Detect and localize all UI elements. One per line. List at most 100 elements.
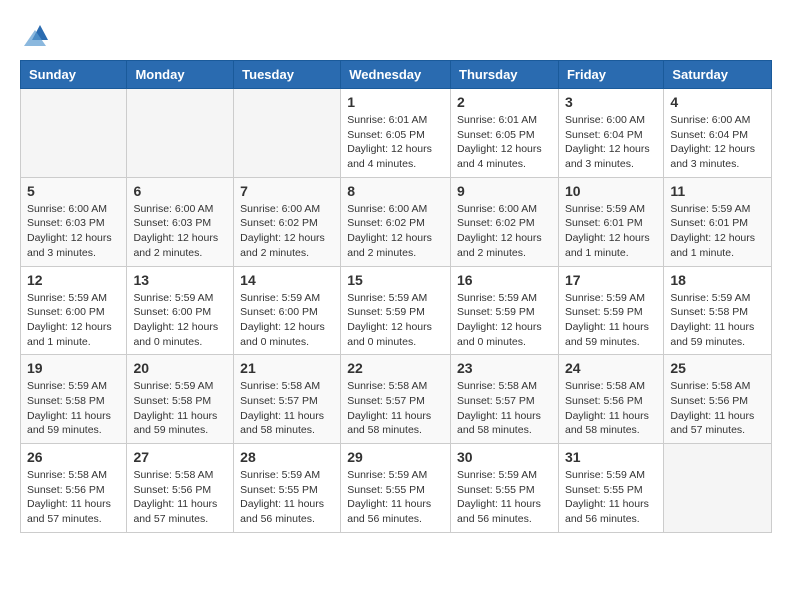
day-number: 1 bbox=[347, 94, 444, 110]
day-number: 15 bbox=[347, 272, 444, 288]
day-info: Sunrise: 5:58 AM Sunset: 5:56 PM Dayligh… bbox=[565, 379, 657, 438]
calendar-day-cell: 14 Sunrise: 5:59 AM Sunset: 6:00 PM Dayli… bbox=[234, 266, 341, 355]
page-header bbox=[20, 20, 772, 50]
day-info: Sunrise: 5:58 AM Sunset: 5:57 PM Dayligh… bbox=[240, 379, 334, 438]
day-number: 20 bbox=[133, 360, 227, 376]
day-number: 30 bbox=[457, 449, 552, 465]
day-info: Sunrise: 5:59 AM Sunset: 5:55 PM Dayligh… bbox=[240, 468, 334, 527]
day-info: Sunrise: 6:00 AM Sunset: 6:02 PM Dayligh… bbox=[347, 202, 444, 261]
day-number: 16 bbox=[457, 272, 552, 288]
day-info: Sunrise: 5:59 AM Sunset: 6:00 PM Dayligh… bbox=[240, 291, 334, 350]
day-number: 11 bbox=[670, 183, 765, 199]
calendar-day-cell: 11 Sunrise: 5:59 AM Sunset: 6:01 PM Dayli… bbox=[664, 177, 772, 266]
calendar-day-cell bbox=[234, 89, 341, 178]
day-of-week-header: Saturday bbox=[664, 61, 772, 89]
calendar-day-cell: 13 Sunrise: 5:59 AM Sunset: 6:00 PM Dayli… bbox=[127, 266, 234, 355]
day-info: Sunrise: 5:59 AM Sunset: 5:59 PM Dayligh… bbox=[457, 291, 552, 350]
calendar-day-cell: 28 Sunrise: 5:59 AM Sunset: 5:55 PM Dayli… bbox=[234, 444, 341, 533]
day-number: 24 bbox=[565, 360, 657, 376]
calendar-day-cell bbox=[664, 444, 772, 533]
calendar-day-cell bbox=[127, 89, 234, 178]
calendar-table: SundayMondayTuesdayWednesdayThursdayFrid… bbox=[20, 60, 772, 533]
calendar-day-cell: 29 Sunrise: 5:59 AM Sunset: 5:55 PM Dayli… bbox=[341, 444, 451, 533]
day-number: 22 bbox=[347, 360, 444, 376]
calendar-week-row: 19 Sunrise: 5:59 AM Sunset: 5:58 PM Dayli… bbox=[21, 355, 772, 444]
day-info: Sunrise: 5:58 AM Sunset: 5:56 PM Dayligh… bbox=[27, 468, 120, 527]
day-number: 17 bbox=[565, 272, 657, 288]
day-number: 2 bbox=[457, 94, 552, 110]
day-of-week-header: Sunday bbox=[21, 61, 127, 89]
calendar-day-cell: 17 Sunrise: 5:59 AM Sunset: 5:59 PM Dayli… bbox=[558, 266, 663, 355]
day-number: 6 bbox=[133, 183, 227, 199]
calendar-day-cell: 4 Sunrise: 6:00 AM Sunset: 6:04 PM Daylig… bbox=[664, 89, 772, 178]
day-number: 25 bbox=[670, 360, 765, 376]
calendar-week-row: 26 Sunrise: 5:58 AM Sunset: 5:56 PM Dayli… bbox=[21, 444, 772, 533]
day-info: Sunrise: 5:59 AM Sunset: 6:01 PM Dayligh… bbox=[565, 202, 657, 261]
day-number: 29 bbox=[347, 449, 444, 465]
day-number: 18 bbox=[670, 272, 765, 288]
day-number: 3 bbox=[565, 94, 657, 110]
calendar-day-cell: 7Sunrise: 6:00 AM Sunset: 6:02 PM Daylig… bbox=[234, 177, 341, 266]
day-number: 9 bbox=[457, 183, 552, 199]
day-info: Sunrise: 5:58 AM Sunset: 5:57 PM Dayligh… bbox=[457, 379, 552, 438]
day-info: Sunrise: 5:59 AM Sunset: 5:59 PM Dayligh… bbox=[565, 291, 657, 350]
calendar-day-cell: 25 Sunrise: 5:58 AM Sunset: 5:56 PM Dayli… bbox=[664, 355, 772, 444]
logo bbox=[20, 20, 54, 50]
calendar-day-cell: 12 Sunrise: 5:59 AM Sunset: 6:00 PM Dayli… bbox=[21, 266, 127, 355]
day-info: Sunrise: 5:59 AM Sunset: 5:55 PM Dayligh… bbox=[347, 468, 444, 527]
calendar-day-cell: 15 Sunrise: 5:59 AM Sunset: 5:59 PM Dayli… bbox=[341, 266, 451, 355]
day-info: Sunrise: 5:58 AM Sunset: 5:57 PM Dayligh… bbox=[347, 379, 444, 438]
calendar-day-cell: 10Sunrise: 5:59 AM Sunset: 6:01 PM Dayli… bbox=[558, 177, 663, 266]
day-number: 12 bbox=[27, 272, 120, 288]
day-number: 19 bbox=[27, 360, 120, 376]
day-number: 13 bbox=[133, 272, 227, 288]
calendar-day-cell: 21 Sunrise: 5:58 AM Sunset: 5:57 PM Dayli… bbox=[234, 355, 341, 444]
day-info: Sunrise: 6:00 AM Sunset: 6:02 PM Dayligh… bbox=[240, 202, 334, 261]
calendar-day-cell: 31 Sunrise: 5:59 AM Sunset: 5:55 PM Dayli… bbox=[558, 444, 663, 533]
calendar-week-row: 12 Sunrise: 5:59 AM Sunset: 6:00 PM Dayli… bbox=[21, 266, 772, 355]
day-number: 28 bbox=[240, 449, 334, 465]
logo-icon bbox=[20, 20, 50, 50]
day-info: Sunrise: 6:00 AM Sunset: 6:02 PM Dayligh… bbox=[457, 202, 552, 261]
day-of-week-header: Thursday bbox=[451, 61, 559, 89]
calendar-day-cell: 16 Sunrise: 5:59 AM Sunset: 5:59 PM Dayli… bbox=[451, 266, 559, 355]
calendar-day-cell: 6Sunrise: 6:00 AM Sunset: 6:03 PM Daylig… bbox=[127, 177, 234, 266]
day-info: Sunrise: 6:00 AM Sunset: 6:04 PM Dayligh… bbox=[670, 113, 765, 172]
calendar-day-cell: 8 Sunrise: 6:00 AM Sunset: 6:02 PM Daylig… bbox=[341, 177, 451, 266]
calendar-day-cell: 5Sunrise: 6:00 AM Sunset: 6:03 PM Daylig… bbox=[21, 177, 127, 266]
day-number: 4 bbox=[670, 94, 765, 110]
day-number: 26 bbox=[27, 449, 120, 465]
calendar-week-row: 1 Sunrise: 6:01 AM Sunset: 6:05 PM Daylig… bbox=[21, 89, 772, 178]
day-of-week-header: Tuesday bbox=[234, 61, 341, 89]
day-info: Sunrise: 5:59 AM Sunset: 5:58 PM Dayligh… bbox=[670, 291, 765, 350]
calendar-week-row: 5Sunrise: 6:00 AM Sunset: 6:03 PM Daylig… bbox=[21, 177, 772, 266]
day-number: 8 bbox=[347, 183, 444, 199]
day-info: Sunrise: 6:01 AM Sunset: 6:05 PM Dayligh… bbox=[457, 113, 552, 172]
day-info: Sunrise: 5:59 AM Sunset: 6:00 PM Dayligh… bbox=[133, 291, 227, 350]
calendar-day-cell: 23Sunrise: 5:58 AM Sunset: 5:57 PM Dayli… bbox=[451, 355, 559, 444]
calendar-header-row: SundayMondayTuesdayWednesdayThursdayFrid… bbox=[21, 61, 772, 89]
calendar-day-cell: 18 Sunrise: 5:59 AM Sunset: 5:58 PM Dayli… bbox=[664, 266, 772, 355]
calendar-day-cell: 22 Sunrise: 5:58 AM Sunset: 5:57 PM Dayli… bbox=[341, 355, 451, 444]
day-info: Sunrise: 5:59 AM Sunset: 5:58 PM Dayligh… bbox=[27, 379, 120, 438]
day-info: Sunrise: 5:58 AM Sunset: 5:56 PM Dayligh… bbox=[670, 379, 765, 438]
day-of-week-header: Friday bbox=[558, 61, 663, 89]
day-number: 31 bbox=[565, 449, 657, 465]
calendar-day-cell bbox=[21, 89, 127, 178]
day-number: 14 bbox=[240, 272, 334, 288]
day-number: 21 bbox=[240, 360, 334, 376]
day-info: Sunrise: 5:59 AM Sunset: 5:59 PM Dayligh… bbox=[347, 291, 444, 350]
day-info: Sunrise: 5:59 AM Sunset: 6:00 PM Dayligh… bbox=[27, 291, 120, 350]
day-info: Sunrise: 6:01 AM Sunset: 6:05 PM Dayligh… bbox=[347, 113, 444, 172]
day-info: Sunrise: 6:00 AM Sunset: 6:04 PM Dayligh… bbox=[565, 113, 657, 172]
calendar-day-cell: 19 Sunrise: 5:59 AM Sunset: 5:58 PM Dayli… bbox=[21, 355, 127, 444]
calendar-day-cell: 27Sunrise: 5:58 AM Sunset: 5:56 PM Dayli… bbox=[127, 444, 234, 533]
day-info: Sunrise: 5:59 AM Sunset: 5:55 PM Dayligh… bbox=[457, 468, 552, 527]
day-of-week-header: Wednesday bbox=[341, 61, 451, 89]
day-info: Sunrise: 5:59 AM Sunset: 6:01 PM Dayligh… bbox=[670, 202, 765, 261]
calendar-day-cell: 24 Sunrise: 5:58 AM Sunset: 5:56 PM Dayli… bbox=[558, 355, 663, 444]
day-info: Sunrise: 5:58 AM Sunset: 5:56 PM Dayligh… bbox=[133, 468, 227, 527]
calendar-day-cell: 20Sunrise: 5:59 AM Sunset: 5:58 PM Dayli… bbox=[127, 355, 234, 444]
day-info: Sunrise: 6:00 AM Sunset: 6:03 PM Dayligh… bbox=[27, 202, 120, 261]
day-info: Sunrise: 5:59 AM Sunset: 5:55 PM Dayligh… bbox=[565, 468, 657, 527]
